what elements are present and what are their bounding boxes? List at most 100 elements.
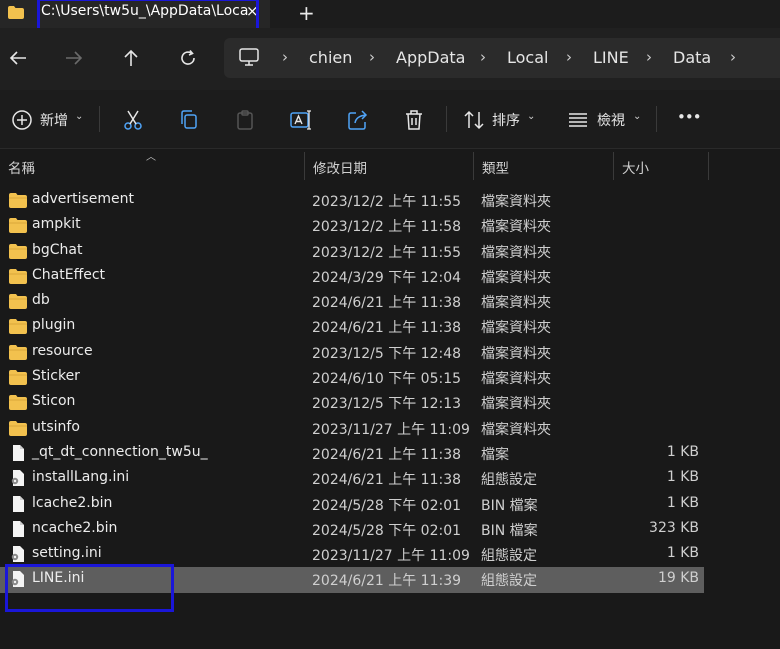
file-date: 2024/6/10 下午 05:15 (312, 371, 462, 388)
file-list: advertisement 2023/12/2 上午 11:55 檔案資料夾 ampk… (0, 188, 780, 593)
file-row[interactable]: lcache2.bin 2024/5/28 下午 02:01 BIN 檔案 1 KB (0, 492, 704, 517)
file-date: 2023/11/27 上午 11:09 (312, 421, 470, 438)
sort-caret-up-icon: ︿ (146, 152, 156, 163)
command-bar (0, 90, 780, 149)
annotation-box-selected-file (5, 564, 174, 612)
chevron-down-icon[interactable]: ⌄ (527, 111, 535, 122)
file-icon (9, 444, 27, 461)
divider (99, 106, 100, 132)
file-name: utsinfo (32, 418, 80, 435)
file-row[interactable]: Sticon 2023/12/5 下午 12:13 檔案資料夾 (0, 390, 704, 415)
forward-button[interactable] (60, 44, 88, 72)
file-type: 檔案資料夾 (481, 244, 551, 261)
file-row[interactable]: installLang.ini 2024/6/21 上午 11:38 組態設定 1 K… (0, 466, 704, 491)
file-date: 2023/12/5 下午 12:13 (312, 396, 462, 413)
column-divider[interactable] (708, 152, 709, 180)
file-icon (9, 495, 27, 512)
file-row[interactable]: ncache2.bin 2024/5/28 下午 02:01 BIN 檔案 323 K… (0, 517, 704, 542)
file-date: 2024/6/21 上午 11:39 (312, 573, 462, 590)
file-type: 檔案資料夾 (481, 345, 551, 362)
file-row[interactable]: plugin 2024/6/21 上午 11:38 檔案資料夾 (0, 314, 704, 339)
divider (656, 106, 657, 132)
view-icon[interactable] (566, 108, 590, 132)
breadcrumb-chien[interactable]: chien (309, 48, 352, 67)
file-row[interactable]: resource 2023/12/5 下午 12:48 檔案資料夾 (0, 340, 704, 365)
column-divider[interactable] (473, 152, 474, 180)
up-button[interactable] (117, 44, 145, 72)
file-name: ChatEffect (32, 266, 106, 283)
folder-icon (9, 344, 27, 360)
file-size: 323 KB (649, 519, 699, 536)
file-name: db (32, 292, 50, 309)
file-row[interactable]: advertisement 2023/12/2 上午 11:55 檔案資料夾 (0, 188, 704, 213)
settings-file-icon (9, 470, 27, 487)
file-name: _qt_dt_connection_tw5u_ (32, 443, 208, 460)
view-button[interactable]: 檢視 (597, 110, 625, 130)
file-name: ncache2.bin (32, 519, 118, 536)
file-type: 組態設定 (481, 548, 537, 565)
rename-icon[interactable] (289, 108, 313, 132)
file-date: 2024/5/28 下午 02:01 (312, 497, 462, 514)
breadcrumb-chevron-icon[interactable]: › (730, 48, 736, 66)
breadcrumb-chevron-icon[interactable]: › (369, 48, 375, 66)
column-divider[interactable] (613, 152, 614, 180)
column-header-date[interactable]: 修改日期 (313, 157, 367, 177)
breadcrumb-chevron-icon[interactable]: › (566, 48, 572, 66)
folder-icon (9, 243, 27, 259)
file-date: 2024/6/21 上午 11:38 (312, 446, 462, 463)
more-options-button[interactable]: ••• (677, 108, 702, 126)
file-name: setting.ini (32, 545, 102, 562)
file-name: Sticker (32, 368, 80, 385)
folder-icon (9, 217, 27, 234)
file-type: 檔案 (481, 446, 509, 463)
file-row[interactable]: ChatEffect 2024/3/29 下午 12:04 檔案資料夾 (0, 264, 704, 289)
file-date: 2024/3/29 下午 12:04 (312, 269, 462, 286)
breadcrumb-data[interactable]: Data (673, 48, 711, 67)
file-row[interactable]: bgChat 2023/12/2 上午 11:55 檔案資料夾 (0, 239, 704, 264)
breadcrumb-chevron-icon[interactable]: › (480, 48, 486, 66)
delete-icon[interactable] (402, 108, 426, 132)
breadcrumb-line[interactable]: LINE (593, 48, 629, 67)
new-plus-icon[interactable] (10, 108, 34, 132)
file-row[interactable]: ampkit 2023/12/2 上午 11:58 檔案資料夾 (0, 213, 704, 238)
file-date: 2023/12/2 上午 11:55 (312, 244, 462, 261)
chevron-down-icon[interactable]: ⌄ (75, 111, 83, 122)
file-row[interactable]: utsinfo 2023/11/27 上午 11:09 檔案資料夾 (0, 416, 704, 441)
column-header-size[interactable]: 大小 (622, 157, 649, 177)
chevron-down-icon[interactable]: ⌄ (633, 111, 641, 122)
breadcrumb-appdata[interactable]: AppData (396, 48, 465, 67)
file-type: 檔案資料夾 (481, 320, 551, 337)
new-button[interactable]: 新增 (40, 110, 68, 130)
breadcrumb-chevron-icon[interactable]: › (646, 48, 652, 66)
column-divider[interactable] (304, 152, 305, 180)
column-header-type[interactable]: 類型 (482, 157, 509, 177)
cut-icon[interactable] (121, 108, 145, 132)
file-size: 19 KB (657, 570, 699, 587)
file-size: 1 KB (666, 545, 699, 562)
file-type: 檔案資料夾 (481, 371, 551, 388)
file-date: 2024/6/21 上午 11:38 (312, 295, 462, 312)
share-icon[interactable] (346, 108, 370, 132)
back-button[interactable] (4, 44, 32, 72)
file-row[interactable]: _qt_dt_connection_tw5u_ 2024/6/21 上午 11:3… (0, 441, 704, 466)
folder-icon (9, 318, 27, 335)
file-size: 1 KB (666, 494, 699, 511)
breadcrumb-chevron-icon[interactable]: › (282, 48, 288, 66)
folder-icon (9, 369, 27, 386)
file-type: 組態設定 (481, 472, 537, 489)
file-row[interactable]: db 2024/6/21 上午 11:38 檔案資料夾 (0, 289, 704, 314)
file-name: resource (32, 342, 93, 359)
copy-icon[interactable] (177, 108, 201, 132)
column-header-name[interactable]: 名稱 (8, 157, 35, 177)
file-name: advertisement (32, 191, 135, 207)
breadcrumb-local[interactable]: Local (507, 48, 548, 67)
file-row[interactable]: Sticker 2024/6/10 下午 05:15 檔案資料夾 (0, 365, 704, 390)
new-tab-button[interactable]: + (298, 1, 315, 25)
file-type: 檔案資料夾 (481, 269, 551, 286)
folder-icon (9, 293, 27, 310)
sort-icon[interactable] (462, 108, 486, 132)
refresh-button[interactable] (174, 44, 202, 72)
paste-icon[interactable] (233, 108, 257, 132)
sort-button[interactable]: 排序 (492, 110, 520, 130)
file-type: 檔案資料夾 (481, 421, 551, 438)
